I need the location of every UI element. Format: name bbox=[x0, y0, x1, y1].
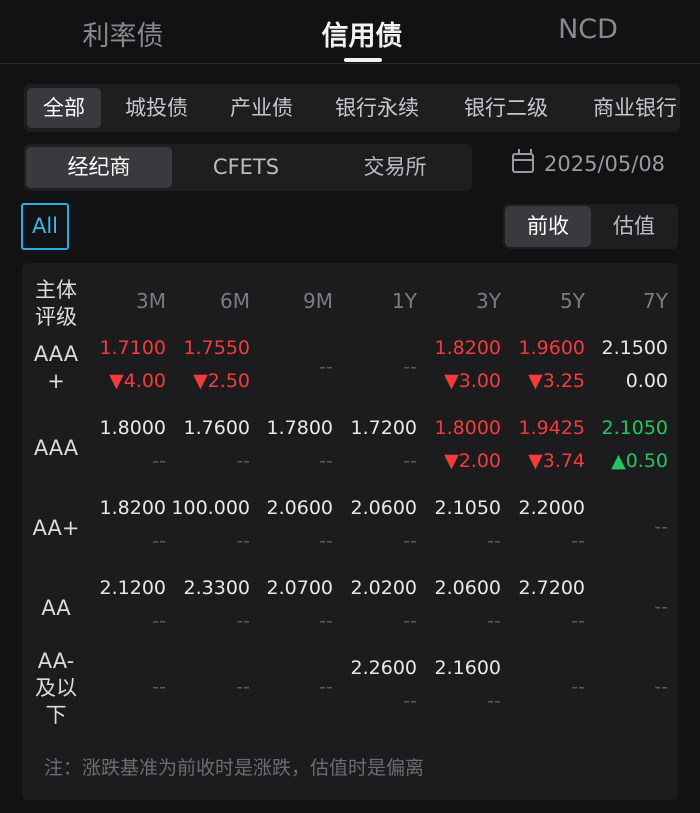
date-value: 2025/05/08 bbox=[544, 152, 666, 176]
cell-yield[interactable]: 1.8200 bbox=[82, 497, 166, 519]
cell-empty: -- bbox=[654, 516, 668, 538]
cell-change: -- bbox=[152, 610, 166, 632]
cell-change: -- bbox=[152, 530, 166, 552]
cell-yield[interactable]: 1.8200 bbox=[417, 337, 501, 359]
cell-yield[interactable]: 2.0700 bbox=[249, 577, 333, 599]
tab-credit-bond[interactable]: 信用债 bbox=[272, 14, 452, 53]
cell-yield[interactable]: 2.0200 bbox=[333, 577, 417, 599]
cell-change: -- bbox=[236, 450, 250, 472]
cell-empty: -- bbox=[319, 356, 333, 378]
cell-change: -- bbox=[487, 690, 501, 712]
tab-rate-bond[interactable]: 利率债 bbox=[33, 14, 213, 53]
cell-empty: -- bbox=[236, 676, 250, 698]
cell-yield[interactable]: 1.9425 bbox=[501, 417, 585, 439]
cell-yield[interactable]: 1.7100 bbox=[82, 337, 166, 359]
cell-yield[interactable]: 1.9600 bbox=[501, 337, 585, 359]
rating-label: AA bbox=[41, 595, 71, 620]
cell-yield[interactable]: 2.2600 bbox=[333, 657, 417, 679]
option-prev-close[interactable]: 前收 bbox=[505, 206, 591, 247]
cell-change: -- bbox=[319, 610, 333, 632]
cell-yield[interactable]: 2.2000 bbox=[501, 497, 585, 519]
cell-empty: -- bbox=[319, 676, 333, 698]
cell-change: ▼3.25 bbox=[528, 370, 585, 392]
cell-yield[interactable]: 2.1050 bbox=[417, 497, 501, 519]
rating-label: AAA + bbox=[33, 342, 79, 393]
cell-yield[interactable]: 1.7600 bbox=[166, 417, 250, 439]
rating-label: AA- 及以下 bbox=[35, 648, 77, 727]
cell-change: -- bbox=[319, 450, 333, 472]
category-industry[interactable]: 产业债 bbox=[230, 84, 293, 132]
column-header-7y: 7Y bbox=[643, 289, 668, 313]
cell-change: -- bbox=[403, 450, 417, 472]
cell-yield[interactable]: 2.1600 bbox=[417, 657, 501, 679]
active-tab-indicator bbox=[344, 58, 382, 62]
column-header-9m: 9M bbox=[303, 289, 333, 313]
cell-yield[interactable]: 2.1200 bbox=[82, 577, 166, 599]
source-exchange[interactable]: 交易所 bbox=[320, 144, 470, 191]
cell-empty: -- bbox=[654, 676, 668, 698]
cell-yield[interactable]: 1.8000 bbox=[82, 417, 166, 439]
cell-change: -- bbox=[403, 690, 417, 712]
category-bank-perpetual[interactable]: 银行永续 bbox=[335, 84, 419, 132]
column-header-3m: 3M bbox=[136, 289, 166, 313]
category-chengtou[interactable]: 城投债 bbox=[125, 84, 188, 132]
source-broker[interactable]: 经纪商 bbox=[26, 147, 172, 188]
cell-change: -- bbox=[487, 610, 501, 632]
all-ratings-button[interactable]: All bbox=[21, 203, 69, 250]
category-commercial-bank[interactable]: 商业银行 bbox=[593, 84, 677, 132]
cell-empty: -- bbox=[152, 676, 166, 698]
cell-yield[interactable]: 100.000 bbox=[166, 497, 250, 519]
cell-yield[interactable]: 1.7200 bbox=[333, 417, 417, 439]
cell-change: 0.00 bbox=[625, 370, 668, 392]
cell-empty: -- bbox=[654, 596, 668, 618]
price-basis-toggle: 前收 估值 bbox=[503, 204, 678, 249]
cell-yield[interactable]: 2.3300 bbox=[166, 577, 250, 599]
cell-change: -- bbox=[152, 450, 166, 472]
rating-header: 主体 评级 bbox=[35, 278, 77, 329]
cell-change: -- bbox=[403, 530, 417, 552]
cell-yield[interactable]: 2.1050 bbox=[584, 417, 668, 439]
footnote: 注：涨跌基准为前收时是涨跌，估值时是偏离 bbox=[44, 757, 425, 779]
cell-change: ▼3.74 bbox=[528, 450, 585, 472]
cell-change: -- bbox=[403, 610, 417, 632]
column-header-3y: 3Y bbox=[476, 289, 501, 313]
source-selector: 经纪商 CFETS 交易所 bbox=[24, 144, 472, 191]
source-cfets[interactable]: CFETS bbox=[172, 144, 320, 191]
cell-yield[interactable]: 2.0600 bbox=[417, 577, 501, 599]
cell-yield[interactable]: 1.7550 bbox=[166, 337, 250, 359]
category-filter: 全部 城投债 产业债 银行永续 银行二级 商业银行 bbox=[24, 84, 680, 132]
category-bank-tier2[interactable]: 银行二级 bbox=[464, 84, 548, 132]
cell-empty: -- bbox=[403, 356, 417, 378]
cell-yield[interactable]: 2.0600 bbox=[249, 497, 333, 519]
cell-yield[interactable]: 2.1500 bbox=[584, 337, 668, 359]
cell-change: -- bbox=[236, 530, 250, 552]
rating-label: AAA bbox=[33, 435, 79, 460]
cell-change: -- bbox=[236, 610, 250, 632]
cell-yield[interactable]: 1.8000 bbox=[417, 417, 501, 439]
cell-yield[interactable]: 1.7800 bbox=[249, 417, 333, 439]
market-tabs: 利率债 信用债 NCD bbox=[0, 0, 700, 64]
cell-yield[interactable]: 2.7200 bbox=[501, 577, 585, 599]
cell-change: ▼4.00 bbox=[109, 370, 166, 392]
tab-ncd[interactable]: NCD bbox=[498, 14, 678, 45]
cell-change: -- bbox=[571, 530, 585, 552]
cell-change: -- bbox=[571, 610, 585, 632]
cell-empty: -- bbox=[571, 676, 585, 698]
rating-label: AA+ bbox=[32, 515, 80, 540]
column-header-6m: 6M bbox=[220, 289, 250, 313]
option-valuation[interactable]: 估值 bbox=[591, 204, 677, 249]
cell-change: ▼3.00 bbox=[444, 370, 501, 392]
cell-change: ▲0.50 bbox=[611, 450, 668, 472]
category-all[interactable]: 全部 bbox=[27, 88, 101, 128]
date-picker[interactable]: 2025/05/08 bbox=[512, 149, 666, 184]
cell-change: ▼2.50 bbox=[193, 370, 250, 392]
column-header-5y: 5Y bbox=[560, 289, 585, 313]
cell-change: -- bbox=[487, 530, 501, 552]
cell-change: -- bbox=[319, 530, 333, 552]
cell-change: ▼2.00 bbox=[444, 450, 501, 472]
cell-yield[interactable]: 2.0600 bbox=[333, 497, 417, 519]
calendar-icon bbox=[512, 149, 534, 173]
column-header-1y: 1Y bbox=[392, 289, 417, 313]
